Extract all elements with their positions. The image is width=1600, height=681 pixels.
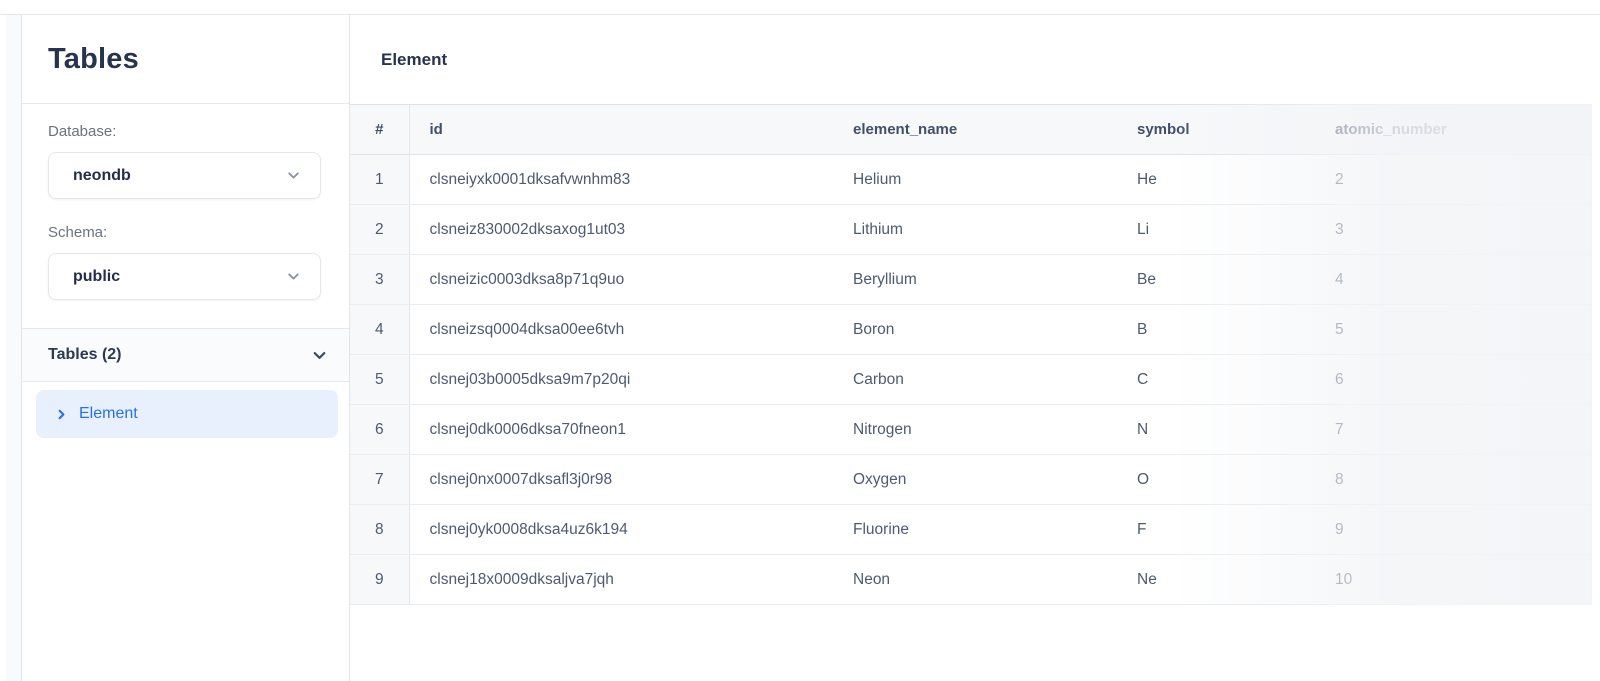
row-number-cell: 4 — [350, 305, 409, 355]
row-number-cell: 6 — [350, 405, 409, 455]
table-list: Element — [22, 382, 349, 438]
row-number-cell: 5 — [350, 355, 409, 405]
left-gutter — [6, 15, 22, 681]
element-name-cell: Boron — [833, 305, 1117, 355]
table-row: 7clsnej0nx0007dksafl3j0r98OxygenO8 — [350, 455, 1592, 505]
row-number-cell: 9 — [350, 555, 409, 605]
schema-select[interactable]: public — [48, 253, 321, 300]
chevron-right-icon — [54, 407, 69, 422]
atomic-number-cell: 5 — [1315, 305, 1592, 355]
element-name-cell: Beryllium — [833, 255, 1117, 305]
id-cell: clsneizsq0004dksa00ee6tvh — [409, 305, 833, 355]
atomic-number-cell: 2 — [1315, 155, 1592, 205]
element-name-cell: Nitrogen — [833, 405, 1117, 455]
chevron-down-icon — [285, 167, 302, 184]
column-header-element-name: element_name — [833, 105, 1117, 155]
sidebar-item-element[interactable]: Element — [36, 390, 338, 438]
table-row: 5clsnej03b0005dksa9m7p20qiCarbonC6 — [350, 355, 1592, 405]
table-row: 3clsneizic0003dksa8p71q9uoBerylliumBe4 — [350, 255, 1592, 305]
main-header: Element — [350, 15, 1600, 104]
element-name-cell: Carbon — [833, 355, 1117, 405]
database-select-value: neondb — [73, 167, 131, 185]
selected-table-title: Element — [381, 50, 447, 70]
page-title: Tables — [48, 43, 139, 76]
schema-select-value: public — [73, 268, 120, 286]
symbol-cell: F — [1117, 505, 1315, 555]
id-cell: clsnej03b0005dksa9m7p20qi — [409, 355, 833, 405]
atomic-number-cell: 9 — [1315, 505, 1592, 555]
atomic-number-cell: 10 — [1315, 555, 1592, 605]
element-name-cell: Neon — [833, 555, 1117, 605]
tables-section-toggle[interactable]: Tables (2) — [22, 328, 349, 382]
atomic-number-cell: 7 — [1315, 405, 1592, 455]
id-cell: clsnej0nx0007dksafl3j0r98 — [409, 455, 833, 505]
column-header-symbol: symbol — [1117, 105, 1315, 155]
chevron-down-icon — [310, 346, 329, 365]
table-row: 1clsneiyxk0001dksafvwnhm83HeliumHe2 — [350, 155, 1592, 205]
atomic-number-cell: 3 — [1315, 205, 1592, 255]
database-label: Database: — [48, 123, 323, 140]
table-row: 2clsneiz830002dksaxog1ut03LithiumLi3 — [350, 205, 1592, 255]
row-number-cell: 8 — [350, 505, 409, 555]
schema-label: Schema: — [48, 224, 323, 241]
chevron-down-icon — [285, 268, 302, 285]
element-data-table: # id element_name symbol atomic_number 1… — [350, 104, 1592, 605]
table-row: 6clsnej0dk0006dksa70fneon1NitrogenN7 — [350, 405, 1592, 455]
id-cell: clsneizic0003dksa8p71q9uo — [409, 255, 833, 305]
column-header-id: id — [409, 105, 833, 155]
atomic-number-cell: 8 — [1315, 455, 1592, 505]
row-number-cell: 2 — [350, 205, 409, 255]
element-name-cell: Oxygen — [833, 455, 1117, 505]
symbol-cell: B — [1117, 305, 1315, 355]
id-cell: clsnej0yk0008dksa4uz6k194 — [409, 505, 833, 555]
top-margin — [0, 0, 1600, 14]
symbol-cell: C — [1117, 355, 1315, 405]
symbol-cell: N — [1117, 405, 1315, 455]
main-content: Element # id element_name symbol atomic_… — [350, 15, 1600, 681]
sidebar-header: Tables — [22, 15, 349, 104]
element-name-cell: Fluorine — [833, 505, 1117, 555]
sidebar-item-element-label: Element — [79, 405, 138, 423]
table-row: 4clsneizsq0004dksa00ee6tvhBoronB5 — [350, 305, 1592, 355]
id-cell: clsnej18x0009dksaljva7jqh — [409, 555, 833, 605]
symbol-cell: He — [1117, 155, 1315, 205]
table-row: 9clsnej18x0009dksaljva7jqhNeonNe10 — [350, 555, 1592, 605]
table-header-row: # id element_name symbol atomic_number — [350, 105, 1592, 155]
symbol-cell: O — [1117, 455, 1315, 505]
atomic-number-cell: 4 — [1315, 255, 1592, 305]
symbol-cell: Be — [1117, 255, 1315, 305]
data-table-container: # id element_name symbol atomic_number 1… — [350, 104, 1592, 605]
sidebar-body: Database: neondb Schema: public — [22, 104, 349, 328]
element-name-cell: Helium — [833, 155, 1117, 205]
symbol-cell: Ne — [1117, 555, 1315, 605]
table-row: 8clsnej0yk0008dksa4uz6k194FluorineF9 — [350, 505, 1592, 555]
atomic-number-cell: 6 — [1315, 355, 1592, 405]
id-cell: clsneiyxk0001dksafvwnhm83 — [409, 155, 833, 205]
sidebar: Tables Database: neondb Schema: public T… — [22, 15, 350, 681]
row-number-cell: 7 — [350, 455, 409, 505]
id-cell: clsnej0dk0006dksa70fneon1 — [409, 405, 833, 455]
tables-page: Tables Database: neondb Schema: public T… — [0, 14, 1600, 681]
database-select[interactable]: neondb — [48, 152, 321, 199]
column-header-atomic-number: atomic_number — [1315, 105, 1592, 155]
row-number-cell: 3 — [350, 255, 409, 305]
symbol-cell: Li — [1117, 205, 1315, 255]
row-number-cell: 1 — [350, 155, 409, 205]
id-cell: clsneiz830002dksaxog1ut03 — [409, 205, 833, 255]
element-name-cell: Lithium — [833, 205, 1117, 255]
column-header-row-number: # — [350, 105, 409, 155]
tables-section-label: Tables (2) — [48, 346, 122, 364]
